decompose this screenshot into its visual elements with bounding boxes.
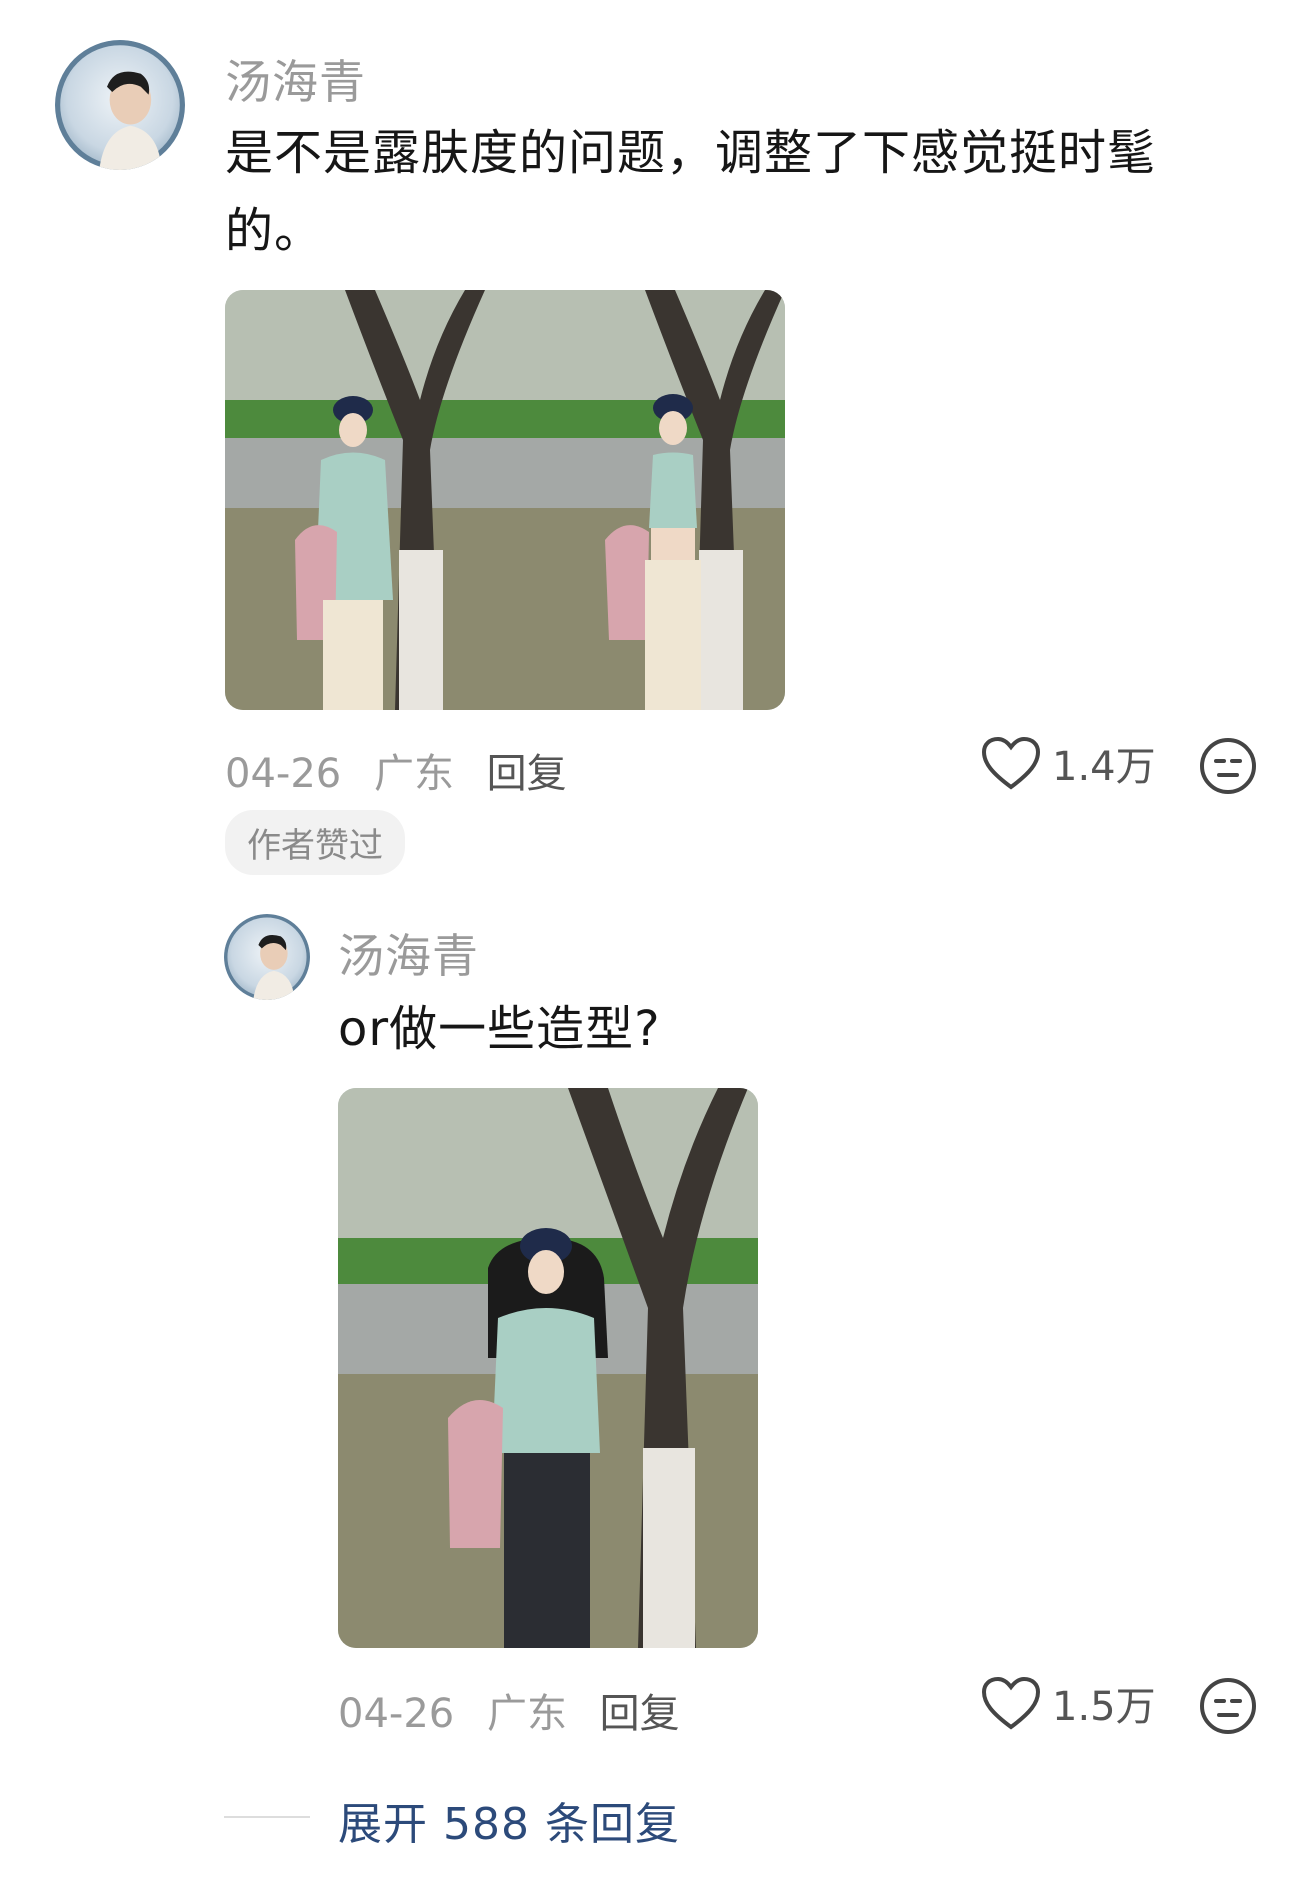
reply-photo[interactable] [338,1088,758,1648]
expand-divider [224,1816,310,1818]
reply-like-count: 1.5万 [1052,1684,1156,1730]
comment-dislike-button[interactable] [1199,737,1257,795]
comment-text-line-1: 是不是露肤度的问题，调整了下感觉挺时髦 [225,125,1157,181]
reply-like-button[interactable]: 1.5万 [980,1674,1156,1732]
heart-outline-icon [981,1676,1041,1730]
avatar-image [55,40,185,170]
heart-outline-icon [981,736,1041,790]
comment-photo[interactable] [225,290,785,710]
reply-date: 04-26 [338,1691,455,1737]
avatar[interactable] [55,40,185,170]
reply-dislike-button[interactable] [1199,1677,1257,1735]
reply-text: or做一些造型? [338,1001,661,1057]
expand-replies-link[interactable]: 展开 588 条回复 [338,1788,680,1852]
reply-avatar[interactable] [224,914,310,1000]
meh-face-icon [1200,1678,1256,1734]
meh-face-icon [1200,738,1256,794]
comment-text: 是不是露肤度的问题，调整了下感觉挺时髦 的。 [225,114,1205,270]
comment-meta: 04-26 广东 回复 [225,741,587,799]
comment-username[interactable]: 汤海青 [225,46,366,112]
comment-text-line-2: 的。 [225,203,324,259]
comment-date: 04-26 [225,751,342,797]
comment-like-button[interactable]: 1.4万 [980,734,1156,792]
comment-like-count: 1.4万 [1052,744,1156,790]
reply-username[interactable]: 汤海青 [338,920,479,986]
comment-location: 广东 [373,751,454,797]
reply-location: 广东 [486,1691,567,1737]
author-liked-badge: 作者赞过 [225,810,405,875]
reply-reply-button[interactable]: 回复 [600,1681,680,1739]
reply-photo-image [338,1088,758,1648]
reply-avatar-image [224,914,310,1000]
reply-meta: 04-26 广东 回复 [338,1681,700,1739]
comment-photo-image [225,290,785,710]
comment-reply-button[interactable]: 回复 [487,741,567,799]
